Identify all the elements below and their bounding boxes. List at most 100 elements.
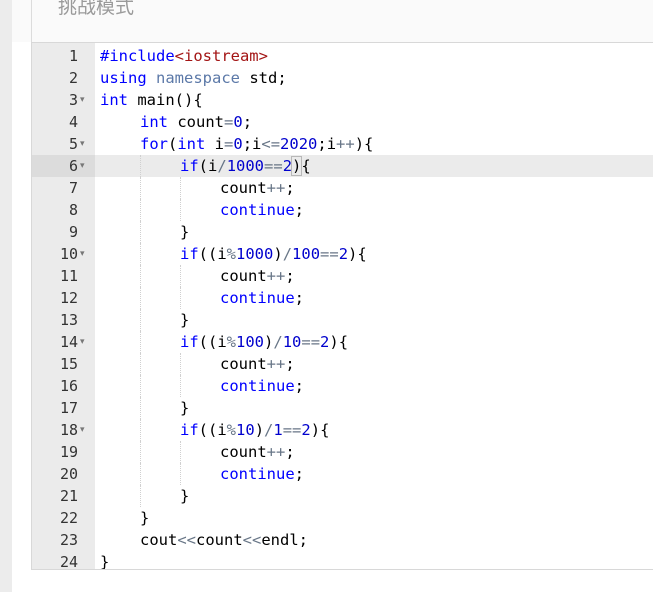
code-text[interactable]: using namespace std; [100,67,287,89]
indent-guide [180,199,181,221]
code-token: 2 [301,421,311,439]
code-text[interactable]: count++; [220,353,295,375]
code-token: / [264,421,274,439]
code-text[interactable]: } [180,309,189,331]
code-line[interactable]: 21} [32,485,653,507]
code-line[interactable]: 24} [32,551,653,569]
code-line[interactable]: 20 continue; [32,463,653,485]
code-text[interactable]: continue; [220,287,304,309]
code-line[interactable]: 1 #include<iostream> [32,45,653,67]
fold-arrow-icon[interactable]: ▾ [80,133,90,155]
code-line[interactable]: 17} [32,397,653,419]
code-line[interactable]: 12 continue; [32,287,653,309]
code-line[interactable]: 19 count++; [32,441,653,463]
line-number: 11 [59,267,78,285]
code-line[interactable]: 16 continue; [32,375,653,397]
code-text[interactable]: if((i%10)/1==2){ [180,419,329,441]
code-text[interactable]: } [180,221,189,243]
code-text[interactable]: cout<<count<<endl; [140,529,308,551]
code-line[interactable]: 9} [32,221,653,243]
code-line[interactable]: 3 ▾ int main(){ [32,89,653,111]
code-token: } [180,399,190,417]
code-token: ; [294,289,304,307]
code-editor[interactable]: 1 #include<iostream> 2 using namespace std;… [31,42,653,570]
fold-arrow-icon[interactable]: ▾ [80,155,90,177]
code-token: 100 [292,245,321,263]
code-token: ;i [242,135,262,153]
code-token: for [140,135,168,153]
active-line-highlight [95,155,653,177]
code-line[interactable]: 6 ▾ if(i/1000==2){ [32,155,653,177]
code-token: continue [220,465,295,483]
code-text[interactable]: continue; [220,375,304,397]
code-text[interactable]: int count=0; [140,111,252,133]
code-token: count [168,113,224,131]
code-token: ;i [317,135,337,153]
code-line[interactable]: 18 ▾ if((i%10)/1==2){ [32,419,653,441]
code-token: / [217,157,227,175]
line-number: 14 [59,333,78,351]
code-token: / [273,333,283,351]
code-token: = [224,113,234,131]
code-line[interactable]: 13} [32,309,653,331]
code-line[interactable]: 10 ▾ if((i%1000)/100==2){ [32,243,653,265]
code-token: continue [220,377,295,395]
code-text[interactable]: count++; [220,177,295,199]
code-text[interactable]: #include<iostream> [100,45,268,67]
code-text[interactable]: if(i/1000==2){ [180,155,311,177]
code-token: 0 [233,113,243,131]
indent-guide [140,375,141,397]
code-line[interactable]: 7 count++; [32,177,653,199]
code-text[interactable]: if((i%100)/10==2){ [180,331,348,353]
code-text[interactable]: continue; [220,199,304,221]
code-token: ++ [266,267,286,285]
code-text[interactable]: } [180,485,189,507]
code-text[interactable]: } [100,551,109,569]
indent-guide [140,309,141,331]
code-token: ){ [354,135,374,153]
code-token: ; [285,355,295,373]
code-text[interactable]: count++; [220,441,295,463]
code-line[interactable]: 5 ▾ for(int i=0;i<=2020;i++){ [32,133,653,155]
code-token: ++ [266,355,286,373]
code-text[interactable]: } [140,507,149,529]
line-number: 2 [68,69,78,87]
code-line[interactable]: 4 int count=0; [32,111,653,133]
code-token: ++ [266,179,286,197]
code-token: using [100,69,147,87]
code-line[interactable]: 14 ▾ if((i%100)/10==2){ [32,331,653,353]
fold-arrow-icon[interactable]: ▾ [80,331,90,353]
code-token: 2 [320,333,330,351]
code-token: == [282,421,302,439]
code-token: ; [242,113,253,131]
code-line[interactable]: 8 continue; [32,199,653,221]
code-line[interactable]: 23 cout<<count<<endl; [32,529,653,551]
code-line[interactable]: 15 count++; [32,353,653,375]
code-token: << [177,531,196,549]
code-token: } [180,223,190,241]
code-text[interactable]: int main(){ [100,89,203,111]
code-token: if [180,333,199,351]
code-token: / [282,245,293,263]
code-lines[interactable]: 1 #include<iostream> 2 using namespace std;… [32,45,653,569]
code-token: if [180,157,199,175]
code-line[interactable]: 22} [32,507,653,529]
fold-arrow-icon[interactable]: ▾ [80,89,90,111]
code-token: count [220,355,267,373]
code-line[interactable]: 11 count++; [32,265,653,287]
code-text[interactable]: if((i%1000)/100==2){ [180,243,367,265]
code-line[interactable]: 2 using namespace std; [32,67,653,89]
code-text[interactable]: count++; [220,265,295,287]
code-token: i [205,135,225,153]
code-token: ) [254,421,265,439]
code-token: if [180,245,199,263]
code-text[interactable]: continue; [220,463,304,485]
code-text[interactable]: for(int i=0;i<=2020;i++){ [140,133,373,155]
code-token: % [226,245,237,263]
fold-arrow-icon[interactable]: ▾ [80,243,90,265]
code-text[interactable]: } [180,397,189,419]
indent-guide [180,287,181,309]
code-token: == [264,157,283,175]
fold-arrow-icon[interactable]: ▾ [80,419,90,441]
